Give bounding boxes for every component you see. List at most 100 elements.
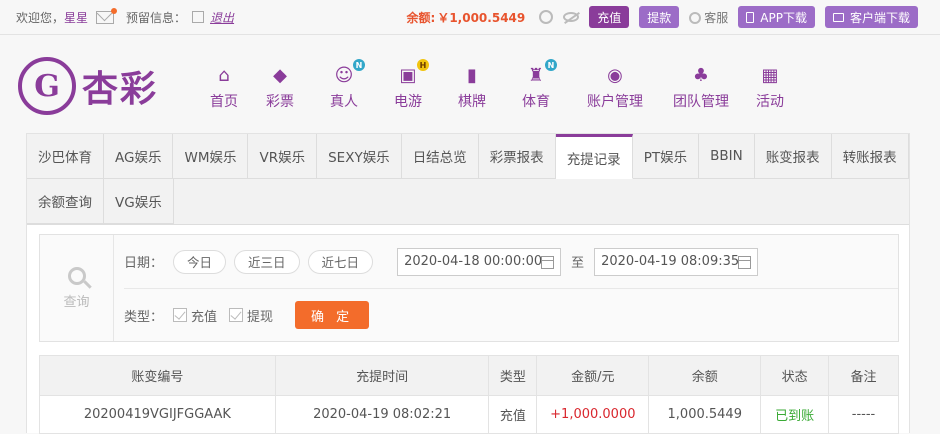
type-withdraw-label: 提现 [247, 309, 274, 325]
report-tab-8[interactable]: PT娱乐 [632, 134, 700, 179]
client-download-label: 客户端下载 [849, 10, 910, 25]
nav-item-3[interactable]: ▣ H 电游 [376, 59, 440, 111]
start-date-input[interactable]: 2020-04-18 00:00:00 [397, 247, 562, 276]
nav-item-8[interactable]: ▦ 活动 [740, 65, 800, 111]
edit-icon[interactable] [192, 11, 205, 23]
column-header[interactable]: 状态 [760, 355, 830, 396]
calendar-icon[interactable] [738, 255, 752, 269]
monitor-icon [832, 12, 844, 22]
checkbox-icon [173, 308, 188, 322]
home-icon: ⌂ [218, 64, 230, 86]
table-row[interactable]: 20200419VGIJFGGAAK 2020-04-19 08:02:21 充值 +… [39, 395, 899, 434]
withdraw-button[interactable]: 提款 [639, 6, 680, 28]
nav-item-1[interactable]: ◆ 彩票 [248, 65, 312, 111]
nav-badge: N [545, 59, 557, 71]
nav-item-6[interactable]: ◉ 账户管理 [568, 65, 662, 111]
type-recharge-label: 充值 [191, 309, 218, 325]
hide-balance-icon[interactable] [563, 12, 580, 22]
quick-7days-button[interactable]: 近七日 [307, 249, 374, 274]
gift-icon: ▦ [761, 64, 779, 86]
column-header[interactable]: 余额 [648, 355, 762, 396]
report-tab-2[interactable]: WM娱乐 [173, 134, 249, 179]
nav-label: 团队管理 [673, 94, 729, 110]
logo[interactable]: G 杏彩 [18, 57, 158, 115]
nav-label: 体育 [522, 94, 550, 110]
trophy-icon: ♜ [527, 64, 545, 86]
report-tab-3[interactable]: VR娱乐 [248, 134, 318, 179]
nav-badge: H [417, 59, 429, 71]
report-tab-0[interactable]: 沙巴体育 [27, 134, 104, 179]
start-date-value: 2020-04-18 00:00:00 [404, 254, 543, 269]
end-date-value: 2020-04-19 08:09:35 [601, 254, 740, 269]
type-recharge-checkbox[interactable]: 充值 [173, 306, 217, 325]
column-header[interactable]: 金额/元 [536, 355, 650, 396]
type-withdraw-checkbox[interactable]: 提现 [229, 306, 273, 325]
client-download-button[interactable]: 客户端下载 [824, 6, 918, 28]
headset-icon [689, 11, 702, 24]
nav-item-5[interactable]: ♜ N 体育 [504, 59, 568, 111]
report-tab-7[interactable]: 充提记录 [555, 134, 633, 179]
query-title: 查询 [63, 294, 90, 310]
date-row: 日期： 今日 近三日 近七日 2020-04-18 00:00:00 至 202… [124, 235, 898, 289]
end-date-input[interactable]: 2020-04-19 08:09:35 [594, 247, 759, 276]
type-label: 类型： [124, 309, 164, 325]
app-download-button[interactable]: APP下载 [738, 6, 815, 28]
report-tab-1[interactable]: AG娱乐 [104, 134, 174, 179]
column-header[interactable]: 备注 [828, 355, 899, 396]
report-tab-11[interactable]: 转账报表 [831, 134, 909, 179]
report-tab-5[interactable]: 日结总览 [401, 134, 479, 179]
balance-value: ￥1,000.5449 [437, 10, 526, 25]
column-header[interactable]: 充提时间 [274, 355, 490, 396]
checkbox-icon [229, 308, 244, 322]
nav-label: 彩票 [266, 94, 294, 110]
nav-item-4[interactable]: ▮ 棋牌 [440, 65, 504, 111]
report-tab-12[interactable]: 余额查询 [27, 179, 104, 224]
column-header[interactable]: 类型 [488, 355, 538, 396]
live-dealer-icon: ☺ [334, 64, 354, 86]
query-box: 查询 日期： 今日 近三日 近七日 2020-04-18 00:00:00 至 … [39, 234, 899, 342]
nav-label: 首页 [210, 94, 238, 110]
column-header[interactable]: 账变编号 [39, 355, 276, 396]
unread-dot [111, 7, 118, 14]
report-panel: 沙巴体育 AG娱乐 WM娱乐 VR娱乐 SEXY娱乐 日结总览 彩票报表 充提记录 PT娱乐 BB… [26, 133, 910, 434]
table-cell: +1,000.0000 [536, 395, 650, 434]
report-tab-4[interactable]: SEXY娱乐 [317, 134, 402, 179]
mail-icon[interactable] [96, 7, 118, 24]
main-nav: ⌂ 首页 ◆ 彩票 ☺ N 真人 ▣ H 电游 ▮ 棋牌 ♜ N 体育 ◉ 账户管理 ♣ 团队管理 ▦ 活动 [200, 59, 800, 111]
quick-3days-button[interactable]: 近三日 [234, 249, 300, 274]
nav-label: 真人 [330, 94, 358, 110]
account-icon: ◉ [607, 64, 623, 86]
search-icon [67, 266, 86, 285]
table-cell: ----- [828, 395, 899, 434]
customer-service-link[interactable]: 客服 [689, 9, 728, 26]
customer-service-label: 客服 [704, 10, 729, 25]
report-tab-13[interactable]: VG娱乐 [104, 179, 174, 224]
recharge-button[interactable]: 充值 [589, 6, 630, 28]
confirm-button[interactable]: 确 定 [295, 301, 370, 329]
top-bar: 欢迎您， 星星 预留信息： 退出 余额: ￥1,000.5449 充值 提款 客… [0, 0, 940, 34]
table-cell: 已到账 [760, 395, 830, 434]
table-cell: 1,000.5449 [648, 395, 762, 434]
nav-item-2[interactable]: ☺ N 真人 [312, 59, 376, 111]
refresh-icon[interactable] [539, 10, 554, 24]
query-label-box: 查询 [40, 235, 114, 341]
logo-text: 杏彩 [82, 69, 159, 110]
quick-today-button[interactable]: 今日 [173, 249, 227, 274]
gamepad-icon: ▣ [399, 64, 417, 86]
top-bar-right: 余额: ￥1,000.5449 充值 提款 客服 APP下载 客户端下载 [407, 0, 918, 34]
report-tab-10[interactable]: 账变报表 [754, 134, 832, 179]
nav-label: 电游 [394, 94, 422, 110]
table-cell: 20200419VGIJFGGAAK [39, 395, 276, 434]
date-label: 日期： [124, 256, 164, 271]
team-icon: ♣ [692, 64, 710, 86]
report-tabs: 沙巴体育 AG娱乐 WM娱乐 VR娱乐 SEXY娱乐 日结总览 彩票报表 充提记录 PT娱乐 BB… [27, 134, 909, 225]
logout-link[interactable]: 退出 [210, 9, 234, 26]
nav-item-0[interactable]: ⌂ 首页 [200, 65, 248, 111]
nav-label: 活动 [756, 94, 784, 110]
calendar-icon[interactable] [541, 255, 555, 269]
report-tab-6[interactable]: 彩票报表 [478, 134, 556, 179]
username[interactable]: 星星 [64, 9, 88, 26]
table-cell: 充值 [488, 395, 538, 434]
report-tab-9[interactable]: BBIN [699, 134, 755, 179]
nav-item-7[interactable]: ♣ 团队管理 [662, 65, 740, 111]
